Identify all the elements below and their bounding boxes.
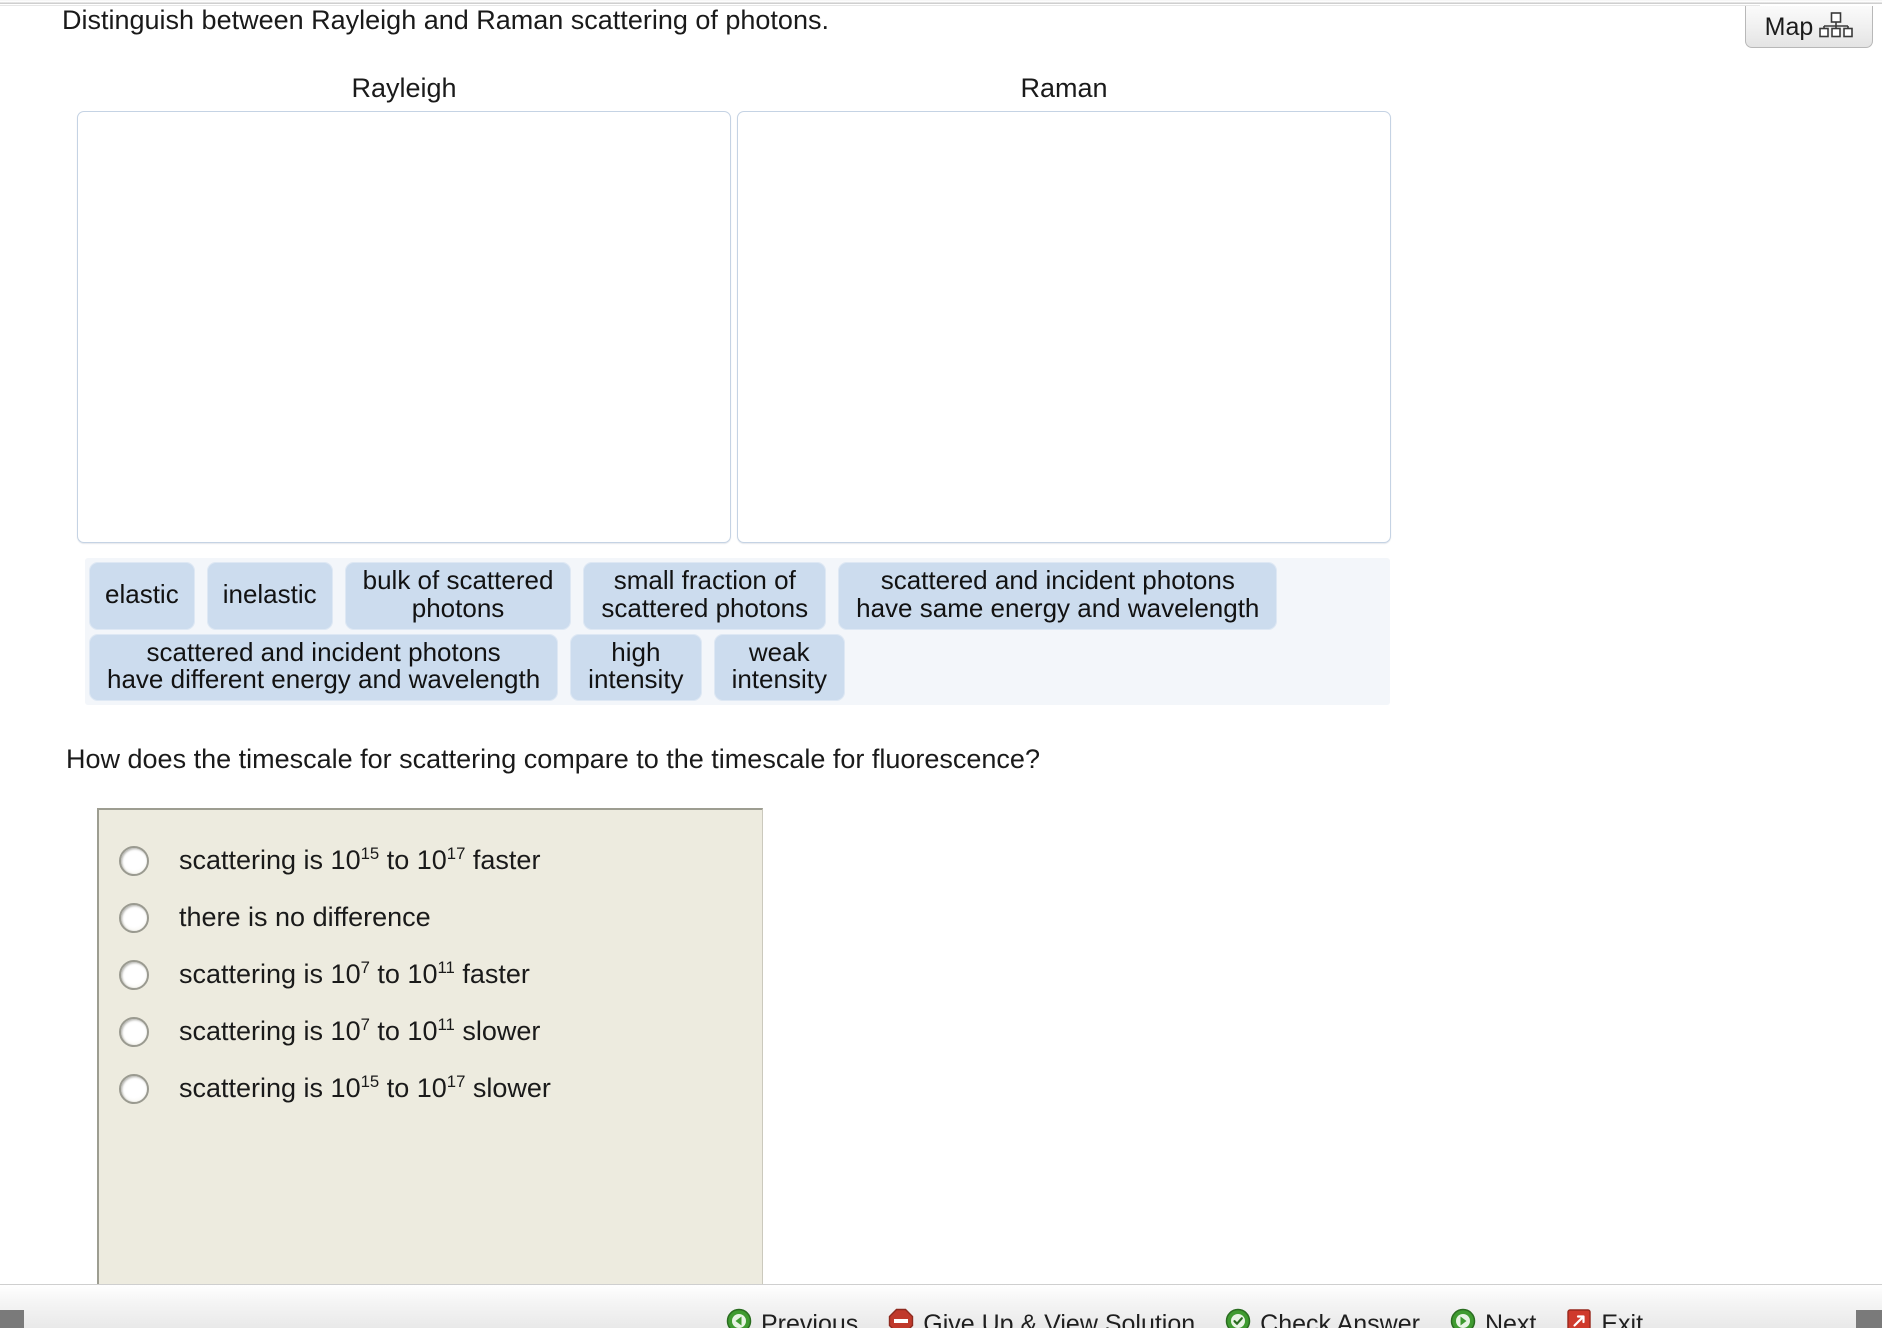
toolbar-give-up-button[interactable]: Give Up & View Solution bbox=[888, 1306, 1195, 1328]
radio-button[interactable] bbox=[119, 845, 149, 876]
category-header-raman: Raman bbox=[1020, 73, 1108, 103]
toolbar-give-up-label: Give Up & View Solution bbox=[923, 1309, 1196, 1328]
answer-option-label: there is no difference bbox=[179, 902, 431, 932]
toolbar-check-answer-label: Check Answer bbox=[1260, 1309, 1420, 1328]
dropzone-raman[interactable] bbox=[737, 111, 1391, 543]
green-check-arrow-icon bbox=[1225, 1308, 1251, 1328]
red-exit-icon bbox=[1566, 1308, 1592, 1328]
answer-option-label: scattering is 107 to 1011 slower bbox=[179, 1015, 541, 1046]
hierarchy-map-icon bbox=[1819, 12, 1854, 43]
draggable-token[interactable]: scattered and incident photons have diff… bbox=[89, 633, 559, 702]
radio-button[interactable] bbox=[119, 959, 149, 990]
toolbar-exit-label: Exit bbox=[1601, 1309, 1644, 1328]
map-button[interactable]: Map bbox=[1745, 6, 1873, 48]
green-forward-arrow-icon bbox=[1450, 1308, 1476, 1328]
answer-option-label: scattering is 107 to 1011 faster bbox=[179, 958, 530, 989]
draggable-token[interactable]: weak intensity bbox=[713, 633, 845, 702]
token-row-1: elastic inelastic bulk of scattered photon… bbox=[85, 562, 1390, 634]
window-top-edge bbox=[0, 0, 1882, 4]
radio-button[interactable] bbox=[119, 1073, 149, 1104]
toolbar-check-answer-button[interactable]: Check Answer bbox=[1225, 1306, 1420, 1328]
draggable-token[interactable]: small fraction of scattered photons bbox=[583, 562, 827, 630]
exercise-page: Map Distinguish between Rayleigh and Ram… bbox=[0, 0, 1882, 1328]
answer-option-label: scattering is 1015 to 1017 faster bbox=[179, 844, 541, 875]
draggable-token[interactable]: elastic bbox=[89, 562, 195, 630]
toolbar-previous-label: Previous bbox=[761, 1309, 859, 1328]
dropzone-rayleigh[interactable] bbox=[77, 111, 731, 543]
radio-button[interactable] bbox=[119, 1016, 149, 1047]
toolbar-right-edge bbox=[1856, 1310, 1882, 1328]
draggable-token[interactable]: scattered and incident photons have same… bbox=[838, 562, 1278, 630]
token-tray: elastic inelastic bulk of scattered photon… bbox=[85, 558, 1390, 706]
draggable-token[interactable]: inelastic bbox=[206, 562, 333, 630]
answer-option-row[interactable]: scattering is 107 to 1011 faster bbox=[99, 946, 762, 1003]
category-header-rayleigh: Rayleigh bbox=[351, 73, 457, 103]
answer-option-row[interactable]: scattering is 1015 to 1017 faster bbox=[99, 832, 762, 889]
radio-button[interactable] bbox=[119, 902, 149, 933]
toolbar-next-label: Next bbox=[1484, 1309, 1537, 1328]
token-row-2: scattered and incident photons have diff… bbox=[85, 633, 1390, 706]
draggable-token[interactable]: high intensity bbox=[570, 633, 702, 702]
draggable-token[interactable]: bulk of scattered photons bbox=[344, 562, 572, 630]
answer-option-row[interactable]: scattering is 107 to 1011 slower bbox=[99, 1003, 762, 1060]
answer-option-row[interactable]: there is no difference bbox=[99, 889, 762, 946]
answer-options-panel: scattering is 1015 to 1017 faster there i… bbox=[97, 808, 763, 1328]
answer-option-row[interactable]: scattering is 1015 to 1017 slower bbox=[99, 1060, 762, 1117]
toolbar-left-edge bbox=[0, 1310, 24, 1328]
question-2-prompt: How does the timescale for scattering co… bbox=[66, 744, 1040, 774]
map-button-label: Map bbox=[1764, 13, 1814, 41]
question-1-prompt: Distinguish between Rayleigh and Raman s… bbox=[62, 5, 829, 35]
green-back-arrow-icon bbox=[726, 1308, 752, 1328]
answer-option-label: scattering is 1015 to 1017 slower bbox=[179, 1072, 551, 1103]
bottom-toolbar: Previous Give Up & View Solution Check Ans… bbox=[0, 1284, 1882, 1328]
toolbar-exit-button[interactable]: Exit bbox=[1566, 1306, 1643, 1328]
toolbar-previous-button[interactable]: Previous bbox=[726, 1306, 858, 1328]
toolbar-next-button[interactable]: Next bbox=[1450, 1306, 1536, 1328]
red-stop-sign-icon bbox=[888, 1308, 914, 1328]
